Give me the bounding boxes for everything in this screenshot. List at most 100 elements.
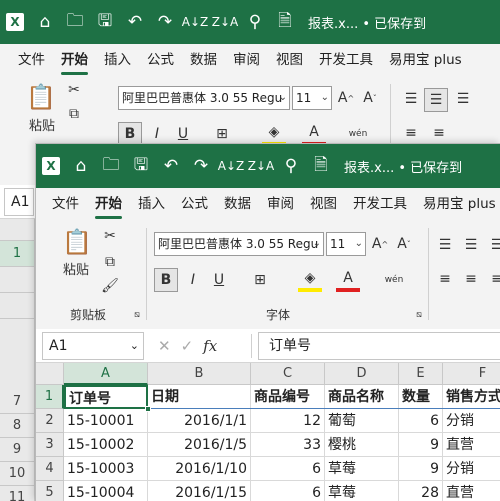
copy-icon[interactable]: ⧉ [100, 252, 120, 272]
table-cell[interactable]: 2016/1/10 [148, 457, 251, 481]
search-icon[interactable]: ⚲ [240, 0, 270, 44]
align-bottom-icon[interactable]: ☰ [452, 88, 474, 110]
sort-za-icon[interactable]: Z↓A [246, 144, 276, 188]
table-cell[interactable]: 2016/1/5 [148, 433, 251, 457]
font-size-box[interactable]: 11 ⌄ [326, 232, 366, 256]
paste-icon[interactable]: 📋 [26, 82, 56, 112]
save-icon[interactable]: 🖫 [90, 0, 120, 44]
name-box[interactable]: A1 ⌄ [42, 332, 144, 360]
back-row-header[interactable]: 9 [0, 438, 35, 462]
table-cell[interactable]: 直营 [443, 481, 500, 501]
tab-insert[interactable]: 插入 [96, 44, 139, 78]
align-top-icon[interactable]: ☰ [400, 88, 422, 110]
borders-icon[interactable]: ⊞ [248, 268, 272, 292]
back-row-header[interactable]: 7 [0, 390, 35, 414]
tab-yiyongbao[interactable]: 易用宝 plus [381, 44, 470, 78]
table-cell[interactable]: 葡萄 [325, 409, 399, 433]
undo-icon[interactable]: ↶ [120, 0, 150, 44]
align-middle-icon[interactable]: ☰ [424, 88, 448, 112]
header-cell[interactable]: 数量 [399, 385, 443, 409]
column-header[interactable]: C [251, 363, 325, 385]
font-size-box[interactable]: 11 ⌄ [292, 86, 332, 110]
redo-icon[interactable]: ↷ [150, 0, 180, 44]
tab-data[interactable]: 数据 [182, 44, 225, 78]
header-cell[interactable]: 销售方式 [443, 385, 500, 409]
row-header[interactable]: 2 [36, 409, 64, 433]
sort-az-icon[interactable]: A↓Z [180, 0, 210, 44]
table-cell[interactable]: 15-10002 [64, 433, 148, 457]
table-cell[interactable]: 6 [251, 481, 325, 501]
chevron-down-icon[interactable]: ⌄ [130, 333, 139, 359]
font-name-box[interactable]: 阿里巴巴普惠体 3.0 55 Regu ⌄ [154, 232, 324, 256]
tab-insert[interactable]: 插入 [130, 188, 173, 222]
row-header[interactable]: 3 [36, 433, 64, 457]
tab-formulas[interactable]: 公式 [173, 188, 216, 222]
tab-view[interactable]: 视图 [302, 188, 345, 222]
enter-icon[interactable]: ✓ [181, 337, 194, 355]
phonetic-button[interactable]: wén [380, 268, 408, 292]
table-cell[interactable]: 分销 [443, 409, 500, 433]
align-bottom-icon[interactable]: ☰ [486, 234, 500, 256]
underline-button[interactable]: U [208, 268, 230, 292]
tab-home[interactable]: 开始 [87, 188, 130, 222]
align-center-icon[interactable]: ≡ [460, 268, 482, 290]
table-cell[interactable]: 33 [251, 433, 325, 457]
tab-review[interactable]: 审阅 [259, 188, 302, 222]
table-cell[interactable]: 2016/1/1 [148, 409, 251, 433]
format-painter-icon[interactable]: 🖌 [100, 276, 120, 296]
align-center-icon[interactable]: ≡ [428, 122, 450, 144]
header-cell[interactable]: 商品名称 [325, 385, 399, 409]
column-header[interactable]: B [148, 363, 251, 385]
column-header[interactable]: F [443, 363, 500, 385]
row-header[interactable]: 4 [36, 457, 64, 481]
align-left-icon[interactable]: ≡ [434, 268, 456, 290]
name-box-back[interactable]: A1 [4, 188, 34, 216]
table-cell[interactable]: 15-10004 [64, 481, 148, 501]
tab-view[interactable]: 视图 [268, 44, 311, 78]
tab-file[interactable]: 文件 [10, 44, 53, 78]
fill-color-icon[interactable]: ◈ [298, 268, 322, 292]
tab-data[interactable]: 数据 [216, 188, 259, 222]
copy-icon[interactable]: ⧉ [64, 104, 84, 124]
font-name-box[interactable]: 阿里巴巴普惠体 3.0 55 Regu ⌄ [118, 86, 290, 110]
row-header[interactable]: 5 [36, 481, 64, 501]
header-cell[interactable]: 日期 [148, 385, 251, 409]
bold-button[interactable]: B [154, 268, 178, 292]
paste-button[interactable]: 粘贴 [22, 114, 62, 134]
column-header[interactable]: A [64, 363, 148, 385]
dialog-launcher-icon[interactable]: ⧅ [414, 310, 424, 320]
tab-developer[interactable]: 开发工具 [311, 44, 381, 78]
row-header[interactable]: 1 [36, 385, 64, 409]
open-folder-icon[interactable]: 🗀 [60, 0, 90, 44]
align-top-icon[interactable]: ☰ [434, 234, 456, 256]
table-cell[interactable]: 28 [399, 481, 443, 501]
insert-function-button[interactable]: fx [203, 337, 217, 355]
fill-handle[interactable] [145, 406, 151, 412]
formula-input[interactable]: 订单号 [258, 332, 500, 360]
tab-review[interactable]: 审阅 [225, 44, 268, 78]
back-row-header[interactable]: 8 [0, 414, 35, 438]
table-cell[interactable]: 9 [399, 457, 443, 481]
header-cell[interactable]: 商品编号 [251, 385, 325, 409]
back-row-header[interactable]: 1 [0, 241, 35, 267]
font-grow-icon[interactable]: A ^ [336, 86, 356, 110]
table-cell[interactable]: 12 [251, 409, 325, 433]
tab-developer[interactable]: 开发工具 [345, 188, 415, 222]
table-cell[interactable]: 直营 [443, 433, 500, 457]
align-right-icon[interactable]: ≡ [486, 268, 500, 290]
font-color-icon[interactable]: A [336, 268, 360, 292]
select-all-corner[interactable] [36, 363, 64, 385]
sort-za-icon[interactable]: Z↓A [210, 0, 240, 44]
open-folder-icon[interactable]: 🗀 [96, 144, 126, 188]
chevron-down-icon[interactable]: ⌄ [313, 233, 321, 255]
pdf-icon[interactable]: 🗎 [270, 0, 300, 44]
align-middle-icon[interactable]: ☰ [460, 234, 482, 256]
table-cell[interactable]: 草莓 [325, 457, 399, 481]
table-cell[interactable]: 6 [251, 457, 325, 481]
back-row-header[interactable]: 10 [0, 462, 35, 486]
tab-file[interactable]: 文件 [44, 188, 87, 222]
table-cell[interactable]: 分销 [443, 457, 500, 481]
table-cell[interactable]: 草莓 [325, 481, 399, 501]
save-icon[interactable]: 🖫 [126, 144, 156, 188]
paste-button[interactable]: 粘贴 [56, 258, 96, 278]
